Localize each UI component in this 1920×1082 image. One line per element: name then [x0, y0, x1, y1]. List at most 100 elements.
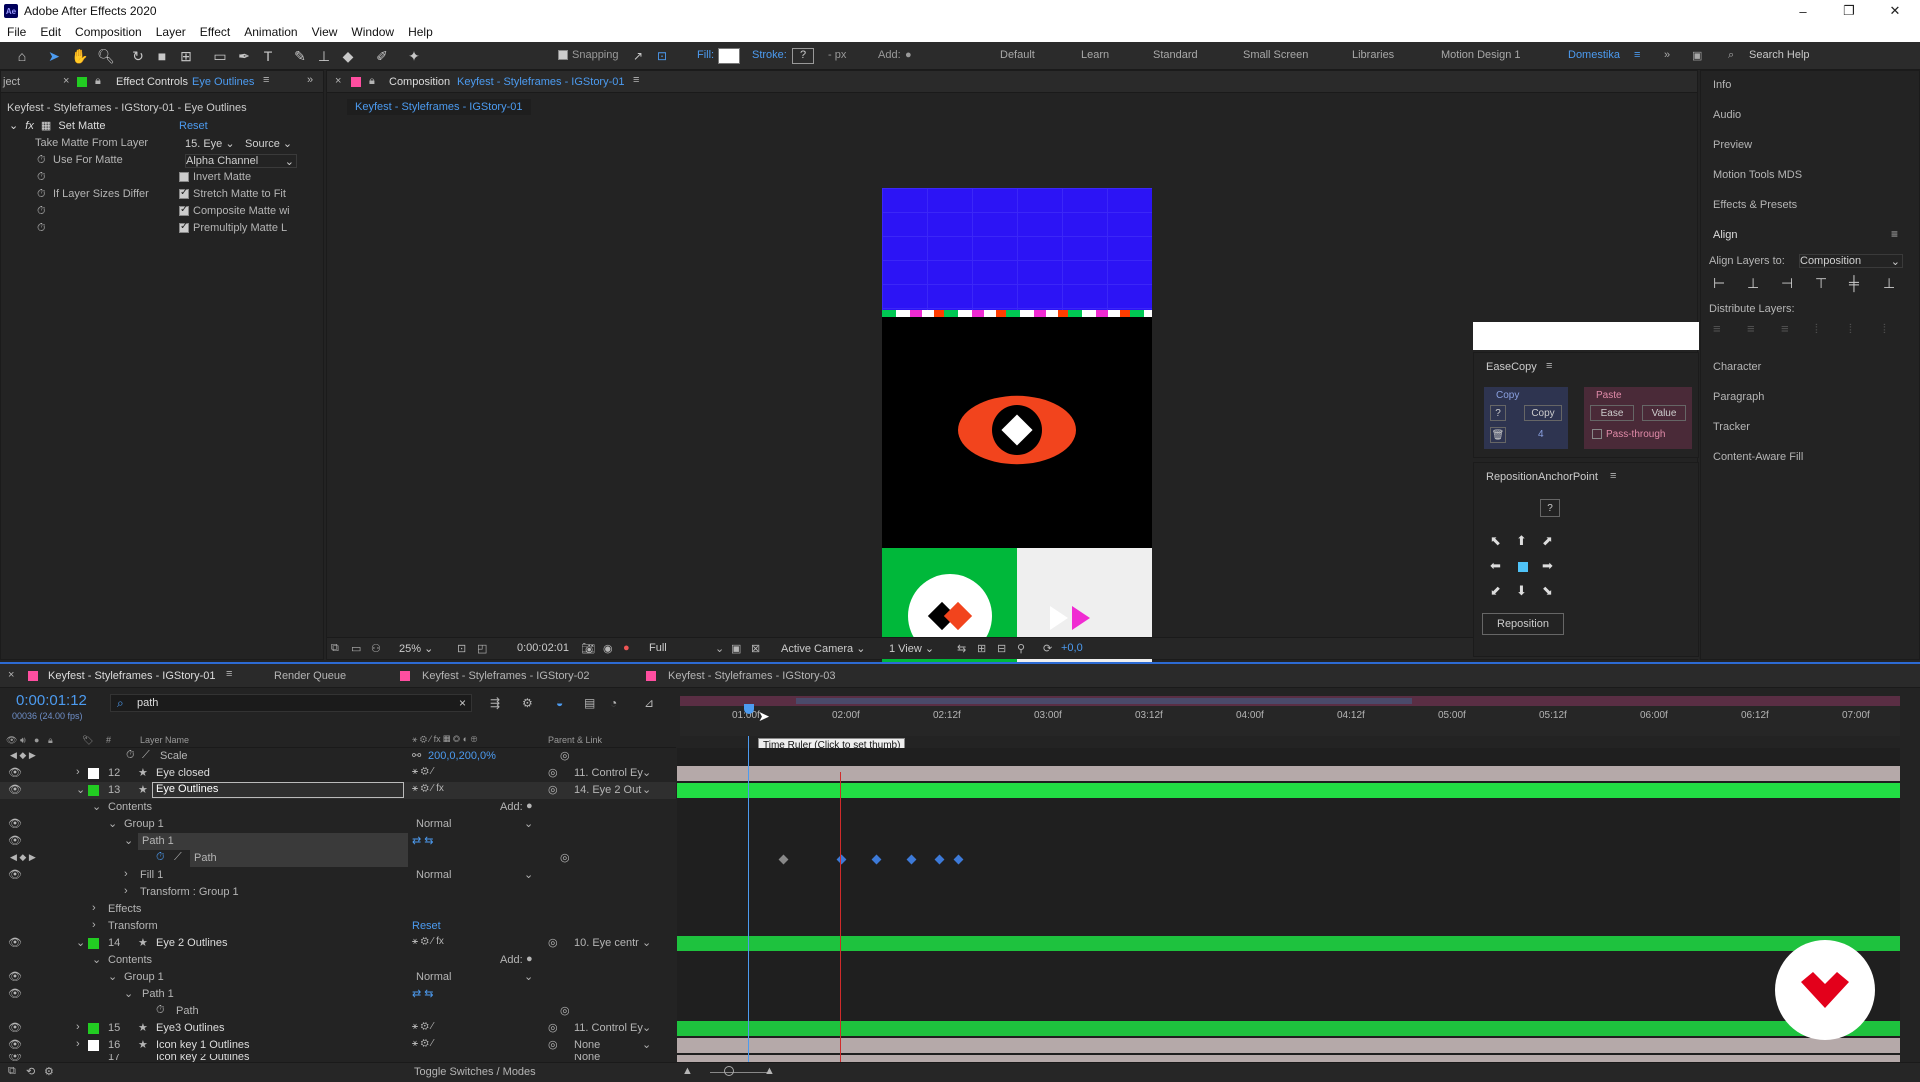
selection-tool-icon[interactable]: ➤ — [44, 46, 64, 66]
stopwatch-icon[interactable]: ⏱︎ — [156, 851, 165, 864]
path-group-row[interactable]: 👁︎ ⌄ Path 1 ⇄ ⇆ — [0, 986, 676, 1003]
layer-name[interactable]: Icon key 2 Outlines — [156, 1054, 250, 1062]
motion-blur-icon[interactable]: ◔ — [610, 696, 617, 710]
eye-icon[interactable]: 👁︎ — [8, 783, 22, 796]
collapse-icon[interactable]: ⌄ — [108, 970, 117, 983]
blend-mode-dropdown[interactable]: Normal — [416, 869, 451, 881]
graph-icon[interactable]: ⟋ — [142, 749, 150, 762]
zoom-dropdown[interactable]: 25% ⌄ — [399, 642, 433, 655]
transfer-controls-icon[interactable]: ⟲ — [26, 1065, 35, 1078]
trash-icon[interactable]: 🗑︎ — [1490, 427, 1506, 443]
expand-icon[interactable]: › — [124, 885, 128, 897]
search-help-input[interactable]: Search Help — [1749, 49, 1810, 61]
anchor-top-icon[interactable]: ⬆ — [1516, 533, 1527, 549]
toggle-pixel-icon[interactable]: ⇆ — [957, 642, 966, 655]
pan-behind-tool-icon[interactable]: ⊞ — [176, 46, 196, 66]
timeline-tab-igstory-01[interactable]: Keyfest - Styleframes - IGStory-01 — [48, 670, 216, 682]
layer-name[interactable]: Eye closed — [156, 767, 210, 779]
eye-icon[interactable]: 👁︎ — [8, 1054, 22, 1062]
layer-row[interactable]: 👁︎ › 16 ★ Icon key 1 Outlines ⚹ ⚙ ⁄ ◎ No… — [0, 1037, 676, 1054]
path-group-label[interactable]: Path 1 — [138, 833, 408, 850]
expand-icon[interactable]: › — [76, 766, 80, 778]
draft-3d-icon[interactable]: ⚙ — [522, 696, 533, 710]
take-matte-source-dropdown[interactable]: Source ⌄ — [245, 137, 292, 151]
composition-tab-name[interactable]: Keyfest - Styleframes - IGStory-01 — [457, 76, 625, 88]
workspace-domestika[interactable]: Domestika — [1568, 49, 1620, 61]
show-snapshot-icon[interactable]: ◉ — [603, 642, 613, 655]
layer-row-selected[interactable]: 👁︎ ⌄ 13 ★ Eye Outlines ⚹ ⚙ ⁄ fx ◎ 14. Ey… — [0, 782, 676, 799]
close-icon[interactable]: × — [63, 75, 69, 87]
workspace-menu-icon[interactable]: ≡ — [1634, 49, 1640, 61]
menu-effect[interactable]: Effect — [193, 25, 237, 39]
align-right-icon[interactable]: ⊣ — [1781, 275, 1793, 292]
fit-icon[interactable]: ⊡ — [457, 642, 466, 655]
align-target-dropdown[interactable]: Composition ⌄ — [1799, 254, 1903, 268]
blend-mode-dropdown[interactable]: Normal — [416, 971, 451, 983]
white-input-strip[interactable] — [1473, 322, 1699, 350]
effects-row[interactable]: › Effects — [0, 901, 676, 918]
comp-canvas[interactable] — [882, 188, 1152, 708]
group-row[interactable]: 👁︎ ⌄ Group 1 Normal ⌄ — [0, 816, 676, 833]
parent-dropdown[interactable]: 11. Control Ey — [574, 1022, 643, 1034]
collapse-icon[interactable]: ⌄ — [76, 783, 85, 796]
parent-dropdown[interactable]: 14. Eye 2 Out — [574, 784, 641, 796]
timeline-zoom-knob[interactable] — [724, 1066, 734, 1076]
layer-switches[interactable]: ⚹ ⚙ ⁄ fx — [412, 783, 444, 794]
eye-icon[interactable]: 👁︎ — [8, 766, 22, 779]
effects-presets-panel-tab[interactable]: Effects & Presets — [1713, 199, 1797, 211]
scale-property-row[interactable]: ◀ ◆ ▶ ⏱︎ ⟋ Scale ⚯ 200,0,200,0% ◎ — [0, 748, 676, 765]
menu-layer[interactable]: Layer — [149, 25, 193, 39]
workspace-learn[interactable]: Learn — [1081, 49, 1109, 61]
content-aware-fill-panel-tab[interactable]: Content-Aware Fill — [1713, 451, 1803, 463]
panel-menu-icon[interactable]: ≡ — [1546, 360, 1552, 372]
stroke-width[interactable]: - px — [828, 49, 846, 61]
work-area-range[interactable] — [796, 698, 1412, 704]
chevron-down-icon[interactable]: ⌄ — [642, 783, 651, 796]
rotate-tool-icon[interactable]: ↻ — [128, 46, 148, 66]
roto-brush-tool-icon[interactable]: ✐ — [372, 46, 392, 66]
lock-icon[interactable]: 🔒︎ — [48, 735, 53, 746]
panel-menu-icon[interactable]: ≡ — [263, 74, 269, 86]
reposition-button[interactable]: Reposition — [1482, 613, 1564, 635]
render-queue-tab[interactable]: Render Queue — [274, 670, 346, 682]
collapse-icon[interactable]: ⌄ — [92, 953, 101, 966]
contents-row[interactable]: ⌄ Contents Add: ● — [0, 952, 676, 969]
transparency-grid-icon[interactable]: ⊠ — [751, 642, 760, 655]
fx-icon[interactable]: fx — [25, 120, 34, 132]
eye-icon[interactable]: 👁︎ — [8, 817, 22, 830]
stopwatch-icon[interactable]: ⏱︎ — [126, 749, 135, 762]
keyframe-nav[interactable]: ◀ ◆ ▶ — [10, 852, 36, 863]
eye-icon[interactable]: 👁︎ — [8, 1021, 22, 1034]
camera-dropdown[interactable]: Active Camera ⌄ — [781, 642, 865, 655]
eye-icon[interactable]: 👁︎ — [8, 834, 22, 847]
time-ruler[interactable]: 01:00f 02:00f 02:12f 03:00f 03:12f 04:00… — [680, 706, 1900, 736]
playhead-line[interactable] — [748, 736, 749, 1062]
timeline-icon[interactable]: ⊟ — [997, 642, 1006, 655]
invert-matte-checkbox[interactable]: Invert Matte — [179, 171, 251, 183]
stopwatch-icon[interactable]: ⏱︎ — [37, 188, 46, 201]
stopwatch-icon[interactable]: ⏱︎ — [37, 222, 46, 235]
snap-edges-icon[interactable]: ⊡ — [652, 46, 672, 66]
align-bottom-icon[interactable]: ⊥ — [1883, 275, 1895, 292]
eye-icon[interactable]: 👁︎ — [8, 868, 22, 881]
puppet-tool-icon[interactable]: ✦ — [404, 46, 424, 66]
brush-tool-icon[interactable]: ✎ — [290, 46, 310, 66]
set-matte-effect[interactable]: ⌄ fx ▦ Set Matte — [9, 119, 105, 132]
align-h-center-icon[interactable]: ⊥ — [1747, 275, 1759, 292]
anchor-top-left-icon[interactable]: ⬉ — [1490, 533, 1501, 549]
comp-breadcrumb[interactable]: Keyfest - Styleframes - IGStory-01 — [347, 99, 531, 115]
layer-bar-eye3-outlines[interactable] — [677, 1021, 1900, 1036]
graph-editor-icon[interactable]: ⊿ — [644, 696, 654, 710]
align-left-icon[interactable]: ⊢ — [1713, 275, 1725, 292]
minimize-button[interactable]: – — [1780, 0, 1826, 22]
layer-bar-icon-key-1[interactable] — [677, 1038, 1900, 1053]
eye-icon[interactable]: 👁︎ — [8, 936, 22, 949]
timeline-search-input[interactable]: path — [137, 697, 158, 709]
transform-reset-button[interactable]: Reset — [412, 920, 441, 932]
take-matte-dropdown[interactable]: 15. Eye ⌄ — [185, 137, 235, 151]
layer-switches[interactable]: ⚹ ⚙ ⁄ — [412, 1021, 433, 1032]
type-tool-icon[interactable]: T — [258, 46, 278, 66]
premultiply-matte-checkbox[interactable]: Premultiply Matte L — [179, 221, 287, 234]
path-property-label[interactable]: Path — [190, 850, 408, 867]
label-icon[interactable]: 🏷︎ — [82, 735, 93, 746]
